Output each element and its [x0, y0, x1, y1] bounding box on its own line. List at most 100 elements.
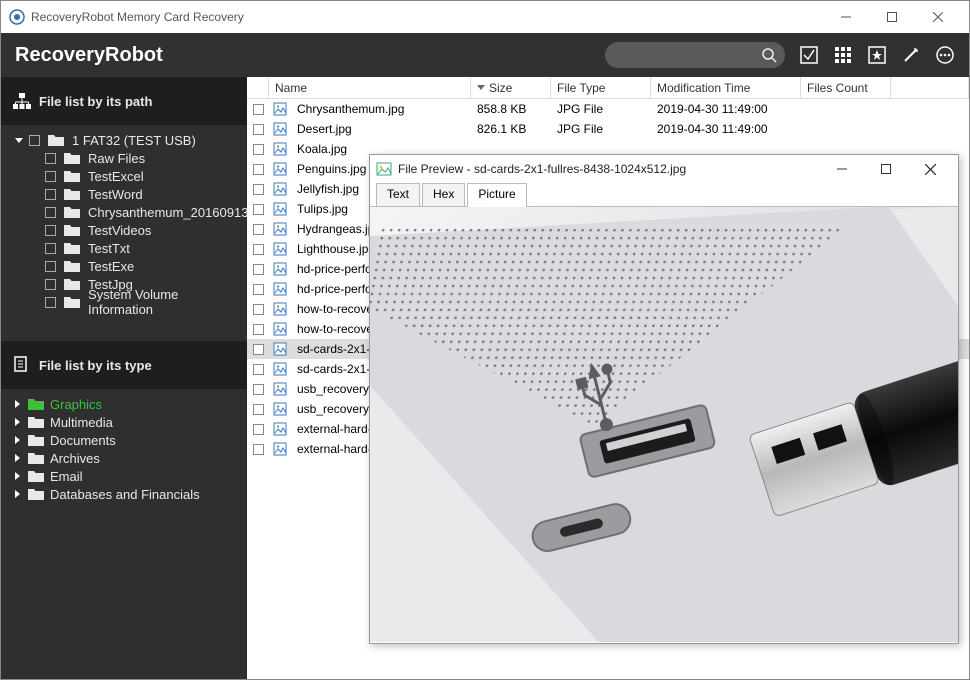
folder-icon: [64, 224, 80, 236]
row-checkbox[interactable]: [247, 224, 269, 235]
tree-item-label: TestTxt: [88, 241, 130, 256]
tree-item[interactable]: TestExe: [1, 257, 247, 275]
row-checkbox[interactable]: [247, 324, 269, 335]
type-item[interactable]: Databases and Financials: [1, 485, 247, 503]
image-icon: [376, 161, 392, 177]
tree-item-label: Chrysanthemum_20160913: [88, 205, 248, 220]
maximize-button[interactable]: [869, 1, 915, 33]
preview-minimize-button[interactable]: [820, 155, 864, 183]
tree-item[interactable]: TestVideos: [1, 221, 247, 239]
toolbar: RecoveryRobot: [1, 33, 969, 77]
tree-checkbox[interactable]: [45, 261, 56, 272]
tree-checkbox[interactable]: [45, 225, 56, 236]
folder-icon: [64, 278, 80, 290]
tree-item-label: TestVideos: [88, 223, 151, 238]
tree-checkbox[interactable]: [45, 279, 56, 290]
col-count[interactable]: Files Count: [801, 77, 891, 98]
row-checkbox[interactable]: [247, 424, 269, 435]
row-checkbox[interactable]: [247, 284, 269, 295]
col-name[interactable]: Name: [269, 77, 471, 98]
table-row[interactable]: Chrysanthemum.jpg858.8 KBJPG File2019-04…: [247, 99, 969, 119]
preview-maximize-button[interactable]: [864, 155, 908, 183]
row-checkbox[interactable]: [247, 384, 269, 395]
tree-item-label: Raw Files: [88, 151, 145, 166]
preview-close-button[interactable]: [908, 155, 952, 183]
tree-checkbox[interactable]: [29, 135, 40, 146]
row-checkbox[interactable]: [247, 244, 269, 255]
row-checkbox[interactable]: [247, 364, 269, 375]
folder-tree: 1 FAT32 (TEST USB) Raw FilesTestExcelTes…: [1, 125, 247, 317]
favorite-icon[interactable]: [867, 45, 887, 65]
col-type[interactable]: File Type: [551, 77, 651, 98]
brand-label: RecoveryRobot: [15, 44, 605, 67]
folder-icon: [28, 452, 44, 464]
image-file-icon: [269, 142, 291, 156]
tab-picture[interactable]: Picture: [467, 183, 526, 207]
col-size[interactable]: Size: [471, 77, 551, 98]
wand-icon[interactable]: [901, 45, 921, 65]
type-item[interactable]: Email: [1, 467, 247, 485]
row-checkbox[interactable]: [247, 144, 269, 155]
image-file-icon: [269, 282, 291, 296]
tree-item[interactable]: Raw Files: [1, 149, 247, 167]
type-item[interactable]: Graphics: [1, 395, 247, 413]
image-file-icon: [269, 342, 291, 356]
col-mod[interactable]: Modification Time: [651, 77, 801, 98]
preview-title: File Preview - sd-cards-2x1-fullres-8438…: [398, 162, 820, 176]
type-item[interactable]: Archives: [1, 449, 247, 467]
type-item-label: Graphics: [50, 397, 102, 412]
grid-view-icon[interactable]: [833, 45, 853, 65]
row-checkbox[interactable]: [247, 124, 269, 135]
row-checkbox[interactable]: [247, 344, 269, 355]
row-checkbox[interactable]: [247, 104, 269, 115]
cell-name: Chrysanthemum.jpg: [291, 102, 471, 116]
cell-size: 858.8 KB: [471, 102, 551, 116]
row-checkbox[interactable]: [247, 204, 269, 215]
tree-root[interactable]: 1 FAT32 (TEST USB): [1, 131, 247, 149]
search-input[interactable]: [605, 42, 785, 68]
type-item[interactable]: Multimedia: [1, 413, 247, 431]
tree-checkbox[interactable]: [45, 243, 56, 254]
cell-mod: 2019-04-30 11:49:00: [651, 122, 801, 136]
tree-checkbox[interactable]: [45, 297, 56, 308]
checkbox-tool-icon[interactable]: [799, 45, 819, 65]
tab-text[interactable]: Text: [376, 183, 420, 207]
tree-item[interactable]: TestWord: [1, 185, 247, 203]
preview-titlebar: File Preview - sd-cards-2x1-fullres-8438…: [370, 155, 958, 183]
tree-checkbox[interactable]: [45, 171, 56, 182]
type-item[interactable]: Documents: [1, 431, 247, 449]
chevron-right-icon: [15, 472, 20, 480]
filetype-icon: [13, 356, 31, 374]
row-checkbox[interactable]: [247, 404, 269, 415]
folder-icon: [28, 470, 44, 482]
tree-item[interactable]: Chrysanthemum_20160913: [1, 203, 247, 221]
table-row[interactable]: Desert.jpg826.1 KBJPG File2019-04-30 11:…: [247, 119, 969, 139]
sidebar-type-header: File list by its type: [1, 341, 247, 389]
more-icon[interactable]: [935, 45, 955, 65]
tree-checkbox[interactable]: [45, 153, 56, 164]
row-checkbox[interactable]: [247, 184, 269, 195]
tab-hex[interactable]: Hex: [422, 183, 465, 207]
minimize-button[interactable]: [823, 1, 869, 33]
chevron-right-icon: [15, 490, 20, 498]
row-checkbox[interactable]: [247, 164, 269, 175]
row-checkbox[interactable]: [247, 264, 269, 275]
cell-mod: 2019-04-30 11:49:00: [651, 102, 801, 116]
titlebar: RecoveryRobot Memory Card Recovery: [1, 1, 969, 33]
type-item-label: Multimedia: [50, 415, 113, 430]
tree-checkbox[interactable]: [45, 189, 56, 200]
app-icon: [9, 9, 25, 25]
search-icon: [761, 47, 777, 63]
tree-item[interactable]: TestExcel: [1, 167, 247, 185]
row-checkbox[interactable]: [247, 304, 269, 315]
row-checkbox[interactable]: [247, 444, 269, 455]
tree-item[interactable]: TestTxt: [1, 239, 247, 257]
cell-type: JPG File: [551, 102, 651, 116]
close-button[interactable]: [915, 1, 961, 33]
image-file-icon: [269, 262, 291, 276]
tree-checkbox[interactable]: [45, 207, 56, 218]
folder-icon: [28, 434, 44, 446]
tree-item[interactable]: System Volume Information: [1, 293, 247, 311]
col-checkbox[interactable]: [247, 77, 269, 98]
cell-size: 826.1 KB: [471, 122, 551, 136]
